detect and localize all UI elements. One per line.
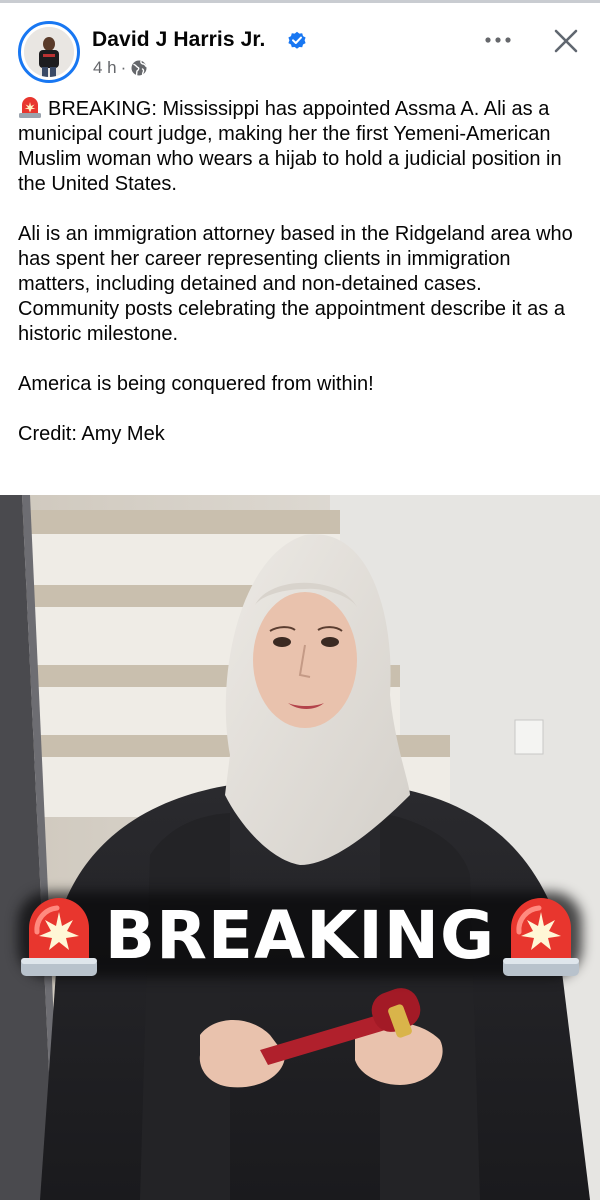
post-paragraph-2: Ali is an immigration attorney based in … bbox=[18, 223, 573, 345]
police-siren-icon bbox=[19, 97, 41, 118]
police-siren-icon bbox=[503, 898, 580, 976]
verified-badge-icon bbox=[288, 31, 306, 49]
meta-separator: · bbox=[120, 58, 127, 77]
post-paragraph-4: Credit: Amy Mek bbox=[18, 423, 165, 445]
avatar-photo bbox=[24, 27, 74, 77]
breaking-banner-text: BREAKING bbox=[104, 896, 496, 974]
post-paragraph-1: BREAKING: Mississippi has appointed Assm… bbox=[18, 96, 588, 197]
close-post-button[interactable] bbox=[548, 23, 584, 59]
author-avatar[interactable] bbox=[18, 21, 80, 83]
breaking-banner: BREAKING bbox=[0, 880, 600, 990]
more-horizontal-icon bbox=[485, 37, 511, 43]
author-name[interactable]: David J Harris Jr. bbox=[92, 28, 265, 52]
post-paragraph-3: America is being conquered from within! bbox=[18, 373, 374, 395]
post-header: David J Harris Jr. 4 h · bbox=[0, 3, 600, 91]
close-icon bbox=[554, 29, 578, 53]
post-timestamp[interactable]: 4 h bbox=[93, 58, 117, 78]
judge-photo-illustration bbox=[0, 495, 600, 1200]
post-image[interactable]: BREAKING bbox=[0, 495, 600, 1200]
post-body: BREAKING: Mississippi has appointed Assm… bbox=[18, 96, 588, 447]
police-siren-icon bbox=[20, 898, 97, 976]
more-options-button[interactable] bbox=[478, 25, 518, 55]
globe-icon[interactable] bbox=[130, 59, 148, 77]
post-meta: 4 h · bbox=[93, 58, 148, 78]
post-paragraph-1-text: BREAKING: Mississippi has appointed Assm… bbox=[18, 98, 562, 195]
